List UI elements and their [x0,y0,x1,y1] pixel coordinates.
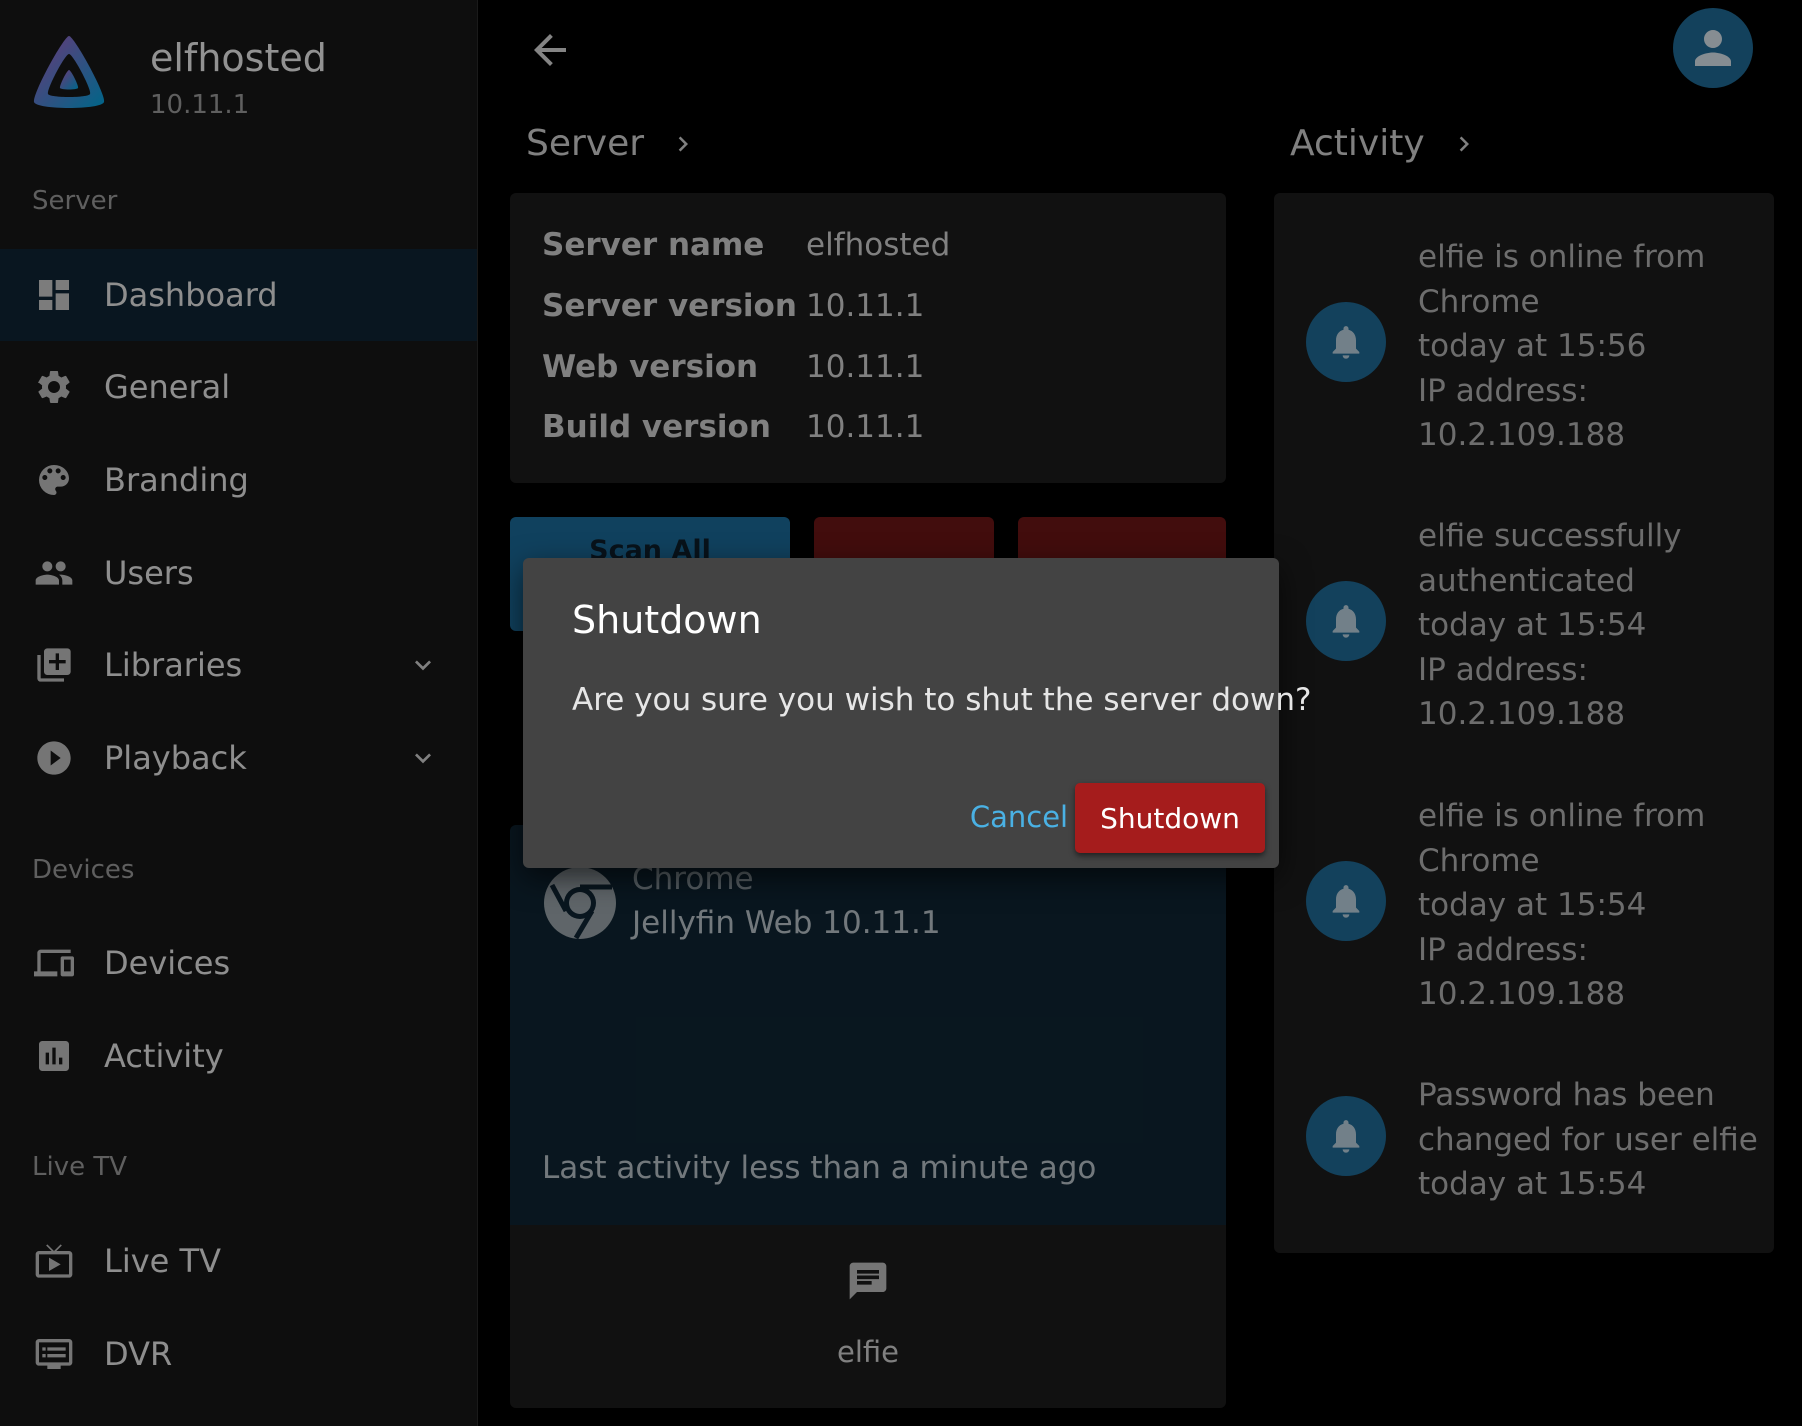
cancel-button[interactable]: Cancel [943,784,1095,850]
shutdown-dialog: Shutdown Are you sure you wish to shut t… [523,558,1311,868]
dialog-title: Shutdown [572,598,762,642]
confirm-shutdown-button[interactable]: Shutdown [1075,783,1265,853]
dialog-message: Are you sure you wish to shut the server… [572,682,1312,718]
